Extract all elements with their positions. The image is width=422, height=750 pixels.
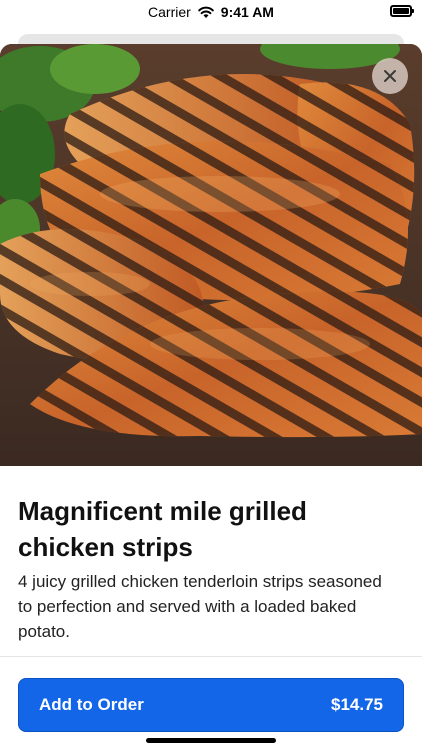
- item-title: Magnificent mile grilled chicken strips: [18, 496, 307, 562]
- grilled-chicken-photo: [0, 44, 422, 466]
- item-photo: [0, 44, 422, 466]
- status-bar: Carrier 9:41 AM: [0, 0, 422, 24]
- item-price: $14.75: [331, 695, 383, 714]
- carrier-label: Carrier: [148, 4, 191, 20]
- status-time: 9:41 AM: [220, 4, 274, 20]
- battery-icon: [390, 5, 414, 17]
- home-indicator: [146, 738, 276, 743]
- add-to-order-button[interactable]: Add to Order $14.75: [18, 678, 404, 732]
- item-description: 4 juicy grilled chicken tenderloin strip…: [18, 572, 382, 641]
- item-detail-sheet: Magnificent mile grilled chicken strips …: [0, 44, 422, 750]
- status-center: Carrier 9:41 AM: [148, 4, 274, 20]
- wifi-icon: [197, 6, 214, 18]
- add-to-order-label: Add to Order: [39, 695, 144, 714]
- close-icon: [384, 70, 396, 82]
- divider: [0, 656, 422, 657]
- close-button[interactable]: [372, 58, 408, 94]
